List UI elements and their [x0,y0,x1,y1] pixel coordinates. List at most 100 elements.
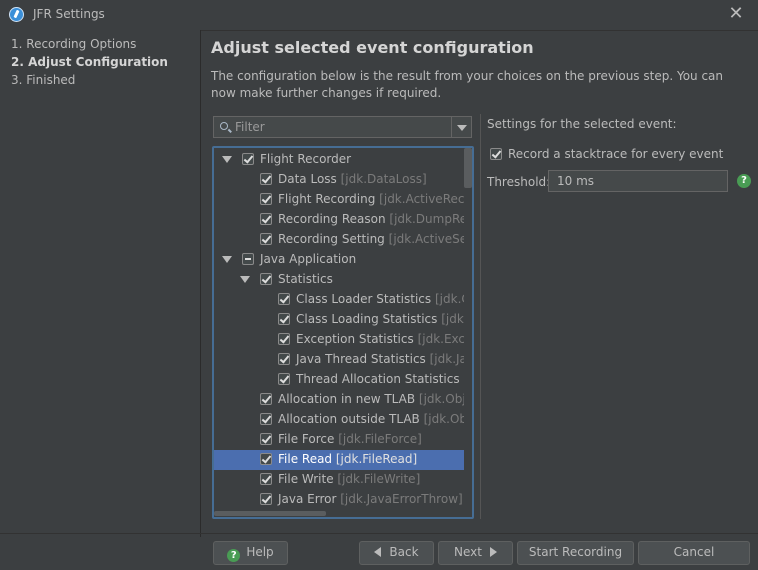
tree-row[interactable]: Recording Setting [jdk.ActiveSetting [214,230,472,250]
event-name: Flight Recording [278,192,376,206]
event-id: [jdk.JavaErrorThrow] [340,492,463,506]
tree-row[interactable]: File Write [jdk.FileWrite] [214,470,464,490]
filter-input[interactable] [235,119,445,135]
tree-row-label: Allocation outside TLAB [jdk.Object [278,412,472,426]
expand-toggle-icon[interactable] [222,156,232,163]
chevron-down-icon[interactable] [451,117,471,137]
arrow-right-icon [489,547,497,557]
tree-row[interactable]: Java Thread Statistics [jdk.JavaTh [214,350,472,370]
tree-row-label: Recording Reason [jdk.DumpReaso [278,212,472,226]
event-checkbox[interactable] [260,213,272,225]
event-name: Thread Allocation Statistics [296,372,460,386]
tree-row-label: Recording Setting [jdk.ActiveSetting [278,232,472,246]
event-checkbox[interactable] [260,393,272,405]
tree-row[interactable]: Allocation outside TLAB [jdk.Object [214,410,472,430]
tree-row[interactable]: Class Loading Statistics [jdk.Clas [214,310,472,330]
cancel-button[interactable]: Cancel [638,541,750,565]
tree-row[interactable]: File Read [jdk.FileRead] [214,450,464,470]
tree-row-label: Allocation in new TLAB [jdk.Object/ [278,392,472,406]
event-name: Statistics [278,272,333,286]
event-name: Flight Recorder [260,152,352,166]
help-button[interactable]: ? Help [213,541,288,565]
event-name: Allocation in new TLAB [278,392,416,406]
tree-row[interactable]: Statistics [214,270,464,290]
event-tree[interactable]: Flight Recorder Data Loss [jdk.DataLoss] F… [212,146,474,519]
tree-row-label: Data Loss [jdk.DataLoss] [278,172,427,186]
tree-row[interactable]: Class Loader Statistics [jdk.Class [214,290,472,310]
event-checkbox[interactable] [278,333,290,345]
panel-divider[interactable] [480,114,481,519]
event-checkbox[interactable] [260,193,272,205]
app-icon [9,7,24,22]
event-checkbox[interactable] [260,473,272,485]
event-checkbox[interactable] [242,153,254,165]
expand-toggle-icon[interactable] [240,276,250,283]
event-checkbox[interactable] [260,273,272,285]
event-checkbox[interactable] [278,373,290,385]
event-name: File Write [278,472,334,486]
event-id: [jdk.ActiveSetting [388,232,472,246]
page-description: The configuration below is the result fr… [211,69,724,100]
next-button[interactable]: Next [438,541,513,565]
tree-row-label: Class Loader Statistics [jdk.Class [296,292,472,306]
event-name: Exception Statistics [296,332,414,346]
steps-panel: 1. Recording Options 2. Adjust Configura… [0,30,201,537]
tree-row-label: Java Application [260,252,356,266]
event-checkbox[interactable] [242,253,254,265]
event-name: File Force [278,432,335,446]
vertical-scrollbar[interactable] [464,148,472,510]
event-id: [jdk.ActiveRecordi [379,192,472,206]
event-id: [jdk.DumpReaso [389,212,472,226]
event-name: Java Error [278,492,337,506]
tree-row[interactable]: Java Error [jdk.JavaErrorThrow] [214,490,464,510]
tree-row-label: File Write [jdk.FileWrite] [278,472,420,486]
tree-row-label: Java Thread Statistics [jdk.JavaTh [296,352,472,366]
title-bar: JFR Settings ✕ [0,0,758,31]
step-finished: 3. Finished [11,73,76,87]
event-checkbox[interactable] [260,493,272,505]
event-checkbox[interactable] [260,433,272,445]
vertical-scroll-thumb[interactable] [464,148,472,188]
tree-row[interactable]: Flight Recording [jdk.ActiveRecordi [214,190,472,210]
tree-row[interactable]: Java Application [214,250,464,270]
expand-toggle-icon[interactable] [222,256,232,263]
stacktrace-label: Record a stacktrace for every event [508,147,724,161]
event-name: Data Loss [278,172,337,186]
tree-row[interactable]: Flight Recorder [214,150,464,170]
help-icon[interactable]: ? [737,174,751,188]
horizontal-scrollbar[interactable] [214,510,464,517]
event-checkbox[interactable] [260,453,272,465]
threshold-input[interactable] [548,170,728,192]
event-checkbox[interactable] [278,353,290,365]
back-button-label: Back [389,545,419,559]
event-name: Recording Reason [278,212,386,226]
event-checkbox[interactable] [278,293,290,305]
tree-row[interactable]: Recording Reason [jdk.DumpReaso [214,210,472,230]
tree-row-label: Java Error [jdk.JavaErrorThrow] [278,492,463,506]
event-checkbox[interactable] [260,173,272,185]
back-button[interactable]: Back [359,541,434,565]
event-id: [jdk.FileForce] [338,432,422,446]
tree-row-label: File Read [jdk.FileRead] [278,452,417,466]
event-checkbox[interactable] [278,313,290,325]
event-id: [jdk.FileWrite] [337,472,421,486]
event-name: Java Thread Statistics [296,352,426,366]
event-id: [jdk.DataLoss] [340,172,427,186]
horizontal-scroll-thumb[interactable] [214,511,326,516]
close-icon[interactable]: ✕ [728,4,744,24]
step-adjust-configuration: 2. Adjust Configuration [11,55,168,69]
step-recording-options: 1. Recording Options [11,37,137,51]
tree-row[interactable]: Data Loss [jdk.DataLoss] [214,170,464,190]
page-title: Adjust selected event configuration [211,38,534,57]
tree-row[interactable]: Thread Allocation Statistics [jdk. [214,370,472,390]
tree-row[interactable]: File Force [jdk.FileForce] [214,430,464,450]
filter-field[interactable] [213,116,472,138]
event-checkbox[interactable] [260,233,272,245]
cancel-button-label: Cancel [673,545,715,559]
stacktrace-checkbox[interactable] [490,148,502,160]
tree-row[interactable]: Allocation in new TLAB [jdk.Object/ [214,390,472,410]
tree-row[interactable]: Exception Statistics [jdk.Exceptio [214,330,472,350]
start-recording-button[interactable]: Start Recording [517,541,634,565]
event-checkbox[interactable] [260,413,272,425]
tree-row-label: Thread Allocation Statistics [jdk. [296,372,472,386]
